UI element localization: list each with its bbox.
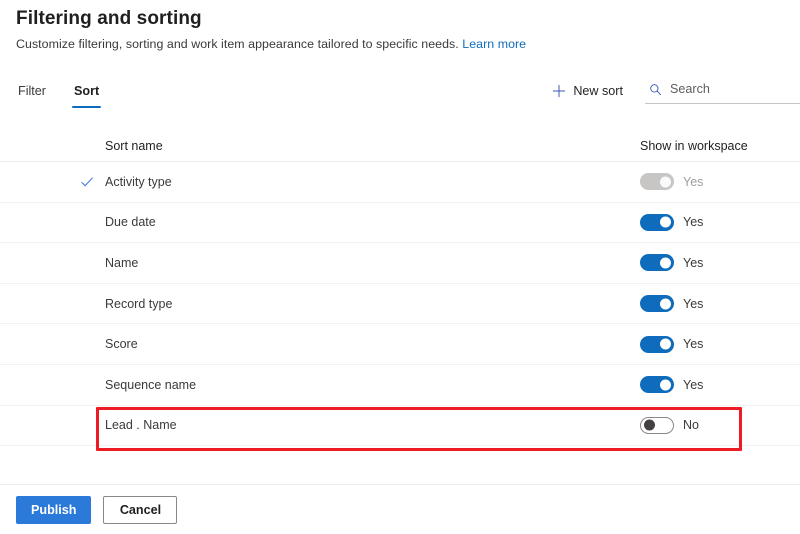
row-toggle-cell: Yes [640,173,800,191]
toggle-state-label: Yes [683,296,704,311]
row-label: Activity type [105,174,172,189]
filtering-and-sorting-panel: Filtering and sorting Customize filterin… [0,0,800,534]
table-header-row: Sort name Show in workspace [0,130,800,162]
column-header-show-in-workspace: Show in workspace [640,138,748,153]
row-label: Sequence name [105,377,197,392]
show-in-workspace-toggle[interactable] [640,416,674,434]
row-label: Due date [105,215,156,230]
row-toggle-cell: Yes [640,335,800,353]
show-in-workspace-toggle [640,173,674,191]
column-header-sort-name: Sort name [105,138,163,153]
page-subtitle: Customize filtering, sorting and work it… [16,37,526,51]
show-in-workspace-toggle[interactable] [640,376,674,394]
table-row[interactable]: Activity type Yes [0,162,800,203]
tab-list: Filter Sort [16,84,102,108]
row-toggle-cell: No [640,416,800,434]
show-in-workspace-toggle[interactable] [640,213,674,231]
show-in-workspace-toggle[interactable] [640,254,674,272]
toggle-state-label: Yes [683,377,704,392]
tab-filter-label: Filter [18,84,46,98]
table-row[interactable]: Score Yes [0,324,800,365]
toggle-state-label: Yes [683,337,704,352]
toggle-knob [659,298,671,310]
search-icon [650,83,661,95]
table-row[interactable]: Sequence name Yes [0,365,800,406]
sort-table: Sort name Show in workspace Activity typ… [0,130,800,447]
checkmark-icon [81,177,93,187]
toggle-state-label: Yes [683,174,704,189]
table-row[interactable]: Due date Yes [0,203,800,244]
toggle-knob [643,419,655,431]
search-input[interactable] [670,82,796,96]
page-title: Filtering and sorting [16,8,202,29]
new-sort-label: New sort [573,84,623,98]
toggle-knob [659,379,671,391]
show-in-workspace-toggle[interactable] [640,295,674,313]
tab-sort-label: Sort [74,84,100,98]
cancel-button[interactable]: Cancel [103,496,178,524]
toggle-knob [659,216,671,228]
publish-button[interactable]: Publish [16,496,92,524]
footer-divider [0,484,800,485]
show-in-workspace-toggle[interactable] [640,335,674,353]
learn-more-link[interactable]: Learn more [462,37,526,51]
row-toggle-cell: Yes [640,254,800,272]
footer-actions: Publish Cancel [16,496,178,524]
tab-sort[interactable]: Sort [72,84,102,108]
new-sort-button[interactable]: New sort [548,80,633,102]
tab-filter[interactable]: Filter [16,84,48,108]
row-check-cell [80,175,105,189]
toggle-knob [659,257,671,269]
toggle-state-label: Yes [683,255,704,270]
toggle-knob [659,176,671,188]
row-toggle-cell: Yes [640,213,800,231]
table-row-highlighted[interactable]: Lead . Name No [0,406,800,447]
row-label: Record type [105,296,173,311]
row-toggle-cell: Yes [640,295,800,313]
toggle-state-label: Yes [683,215,704,230]
row-label: Score [105,337,138,352]
row-label: Name [105,255,139,270]
command-bar: New sort [548,80,800,104]
table-row[interactable]: Record type Yes [0,284,800,325]
table-row[interactable]: Name Yes [0,243,800,284]
search-box[interactable] [645,80,800,104]
page-subtitle-text: Customize filtering, sorting and work it… [16,37,459,51]
toggle-state-label: No [683,418,699,433]
row-toggle-cell: Yes [640,376,800,394]
plus-icon [553,84,566,98]
row-label: Lead . Name [105,418,177,433]
toggle-knob [659,338,671,350]
